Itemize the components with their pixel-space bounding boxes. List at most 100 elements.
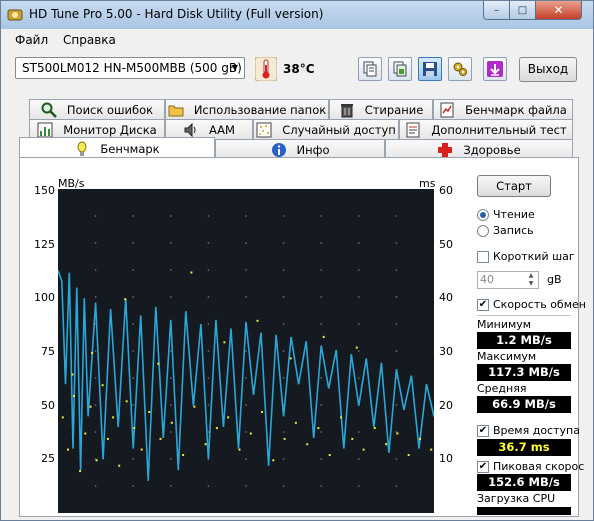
tab-label: AAM bbox=[209, 122, 235, 137]
tab-erase[interactable]: Стирание bbox=[329, 99, 433, 119]
access-time-point bbox=[294, 421, 297, 424]
close-icon: ✕ bbox=[553, 3, 564, 17]
grid-dot bbox=[169, 269, 172, 271]
grid-dot bbox=[395, 485, 398, 487]
access-time-point bbox=[204, 443, 207, 446]
save-button[interactable] bbox=[418, 57, 442, 81]
tab-health[interactable]: Здоровье bbox=[385, 139, 573, 159]
options-button[interactable] bbox=[448, 57, 472, 81]
app-window: HD Tune Pro 5.00 - Hard Disk Utility (Fu… bbox=[0, 0, 594, 521]
write-label: Запись bbox=[493, 224, 534, 237]
grid-dot bbox=[169, 242, 172, 244]
options-icon bbox=[453, 62, 467, 76]
grid-dot bbox=[282, 242, 285, 244]
tab-folder-usage[interactable]: Использование папок bbox=[165, 99, 329, 119]
write-radio[interactable] bbox=[477, 225, 489, 237]
grid-dot bbox=[395, 350, 398, 352]
min-label: Минимум bbox=[477, 318, 532, 331]
toolbar: ST500LM012 HN-M500MBB (500 gB) ▼ 38°C Вы… bbox=[1, 51, 593, 91]
grid-dot bbox=[395, 242, 398, 244]
short-step-checkbox[interactable] bbox=[477, 251, 489, 263]
drive-select[interactable]: ST500LM012 HN-M500MBB (500 gB) ▼ bbox=[15, 57, 245, 79]
y-left-tick: 25 bbox=[41, 452, 55, 466]
access-time-point bbox=[283, 437, 286, 440]
access-time-point bbox=[373, 427, 376, 430]
access-time-point bbox=[272, 459, 275, 462]
grid-dot bbox=[94, 296, 97, 298]
y-right-tick: 50 bbox=[439, 237, 453, 251]
grid-dot bbox=[94, 242, 97, 244]
grid-dot bbox=[94, 404, 97, 406]
maximize-button[interactable]: □ bbox=[509, 1, 536, 20]
grid-dot bbox=[132, 296, 135, 298]
access-time-point bbox=[124, 298, 127, 301]
tab-label: Инфо bbox=[296, 142, 330, 157]
exit-button[interactable]: Выход bbox=[519, 57, 577, 82]
grid-dot bbox=[320, 242, 323, 244]
short-step-unit: gB bbox=[547, 273, 562, 286]
access-time-checkbox[interactable]: ✔ bbox=[477, 425, 489, 437]
extra-test-icon bbox=[406, 122, 420, 137]
access-time-point bbox=[396, 432, 399, 435]
grid-dot bbox=[282, 485, 285, 487]
access-time-point bbox=[125, 400, 128, 403]
grid-dot bbox=[395, 458, 398, 460]
tab-benchmark[interactable]: Бенчмарк bbox=[19, 137, 215, 159]
y-left-tick: 75 bbox=[41, 345, 55, 358]
grid-dot bbox=[169, 485, 172, 487]
tab-aam[interactable]: AAM bbox=[165, 119, 253, 139]
tab-file-benchmark[interactable]: Бенчмарк файла bbox=[433, 99, 573, 119]
start-button[interactable]: Старт bbox=[477, 175, 551, 197]
access-time-point bbox=[407, 454, 410, 456]
y-left-tick: 100 bbox=[34, 291, 55, 305]
tab-extra-test[interactable]: Дополнительный тест bbox=[399, 119, 573, 139]
access-time-point bbox=[118, 464, 121, 467]
access-time-point bbox=[101, 384, 104, 387]
short-step-spinner[interactable]: 40 ▲ ▼ bbox=[477, 271, 539, 289]
menu-bar: Файл Справка bbox=[1, 29, 593, 51]
min-value: 1.2 MB/s bbox=[477, 332, 571, 349]
copy-text-button[interactable] bbox=[358, 57, 382, 81]
benchmark-chart bbox=[58, 189, 434, 513]
read-radio[interactable] bbox=[477, 209, 489, 221]
grid-dot bbox=[207, 323, 210, 325]
y-left-tick: 125 bbox=[34, 237, 55, 251]
access-time-point bbox=[328, 454, 331, 456]
tab-label: Дополнительный тест bbox=[431, 122, 567, 137]
grid-dot bbox=[282, 296, 285, 298]
y-left-tick: 150 bbox=[34, 184, 55, 197]
tab-info[interactable]: Инфо bbox=[215, 139, 385, 159]
divider bbox=[477, 315, 571, 316]
trash-icon bbox=[340, 103, 353, 117]
tab-disk-monitor[interactable]: Монитор Диска bbox=[29, 119, 165, 139]
short-step-label: Короткий шаг bbox=[493, 250, 575, 263]
download-button[interactable] bbox=[483, 57, 507, 81]
burst-rate-checkbox[interactable]: ✔ bbox=[477, 461, 489, 473]
tab-error-scan[interactable]: Поиск ошибок bbox=[29, 99, 165, 119]
grid-dot bbox=[357, 215, 360, 217]
max-value: 117.3 MB/s bbox=[477, 364, 571, 381]
spinner-arrows-icon: ▲ ▼ bbox=[528, 272, 534, 287]
copy-screenshot-button[interactable] bbox=[388, 57, 412, 81]
menu-file[interactable]: Файл bbox=[15, 33, 48, 47]
transfer-rate-label: Скорость обмен bbox=[493, 298, 586, 311]
access-time-point bbox=[79, 470, 82, 473]
grid-dot bbox=[320, 215, 323, 217]
burst-rate-label: Пиковая скорос bbox=[493, 460, 585, 473]
max-label: Максимум bbox=[477, 350, 537, 363]
tab-random-access[interactable]: Случайный доступ bbox=[253, 119, 399, 139]
access-time-point bbox=[95, 459, 98, 462]
access-time-label: Время доступа bbox=[493, 424, 580, 437]
close-button[interactable]: ✕ bbox=[535, 1, 582, 20]
transfer-rate-checkbox[interactable]: ✔ bbox=[477, 299, 489, 311]
grid-dot bbox=[132, 269, 135, 271]
access-time-point bbox=[256, 319, 259, 322]
benchmark-controls: Старт Чтение Запись Короткий шаг 40 ▲ ▼ g… bbox=[473, 171, 586, 516]
y-left-tick: 50 bbox=[41, 398, 55, 412]
title-bar[interactable]: HD Tune Pro 5.00 - Hard Disk Utility (Fu… bbox=[1, 1, 593, 29]
grid-dot bbox=[245, 242, 247, 244]
menu-help[interactable]: Справка bbox=[63, 33, 116, 47]
grid-dot bbox=[282, 458, 285, 460]
minimize-button[interactable]: – bbox=[483, 1, 510, 20]
grid-dot bbox=[395, 323, 398, 325]
